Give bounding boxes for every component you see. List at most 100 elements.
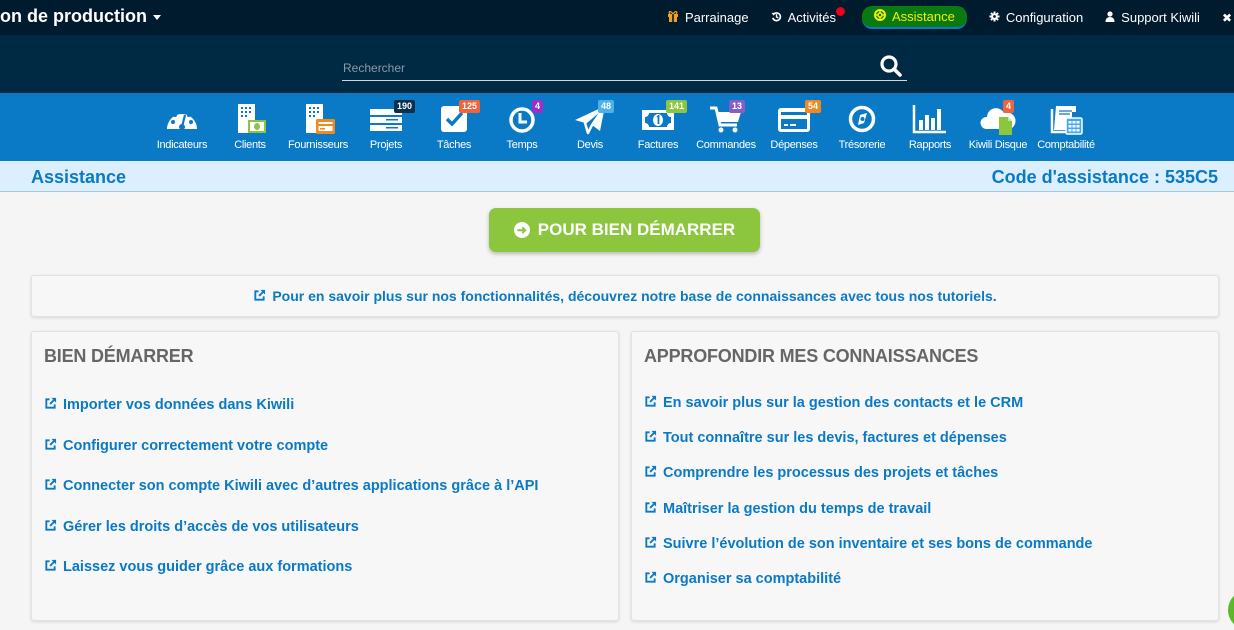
- module-indicateurs[interactable]: Indicateurs: [148, 93, 216, 159]
- topnav-configuration[interactable]: Configuration: [989, 10, 1083, 25]
- module-rapports[interactable]: Rapports: [896, 93, 964, 159]
- top-nav: Parrainage Activités Assistance Configur…: [667, 0, 1234, 35]
- link-text: Maîtriser la gestion du temps de travail: [663, 500, 932, 517]
- external-link-icon: [645, 395, 657, 407]
- module-kiwili-disque[interactable]: 4 Kiwili Disque: [964, 93, 1032, 159]
- invoices-badge: 141: [666, 100, 688, 113]
- list-item[interactable]: Laissez vous guider grâce aux formations: [44, 559, 538, 600]
- external-link-icon: [645, 431, 657, 442]
- notification-dot: [835, 7, 845, 16]
- link-list: Importer vos données dans Kiwili Configu…: [44, 397, 538, 600]
- external-link-icon: [645, 466, 657, 477]
- knowledge-base-panel: Pour en savoir plus sur nos fonctionnali…: [31, 275, 1219, 317]
- module-comptabilite[interactable]: Comptabilité: [1032, 93, 1100, 159]
- link-text: Connecter son compte Kiwili avec d’autre…: [63, 478, 539, 494]
- company-name: on de production: [0, 6, 147, 26]
- link-text: Configurer correctement votre compte: [63, 437, 329, 454]
- search-bar: [0, 35, 1234, 93]
- chat-widget-button[interactable]: [1228, 590, 1234, 630]
- module-tresorerie[interactable]: Trésorerie: [828, 93, 896, 159]
- module-factures[interactable]: 141 Factures: [624, 93, 692, 159]
- quotes-badge: 48: [598, 100, 615, 113]
- compass-icon: [844, 103, 880, 135]
- list-item[interactable]: Tout connaître sur les devis, factures e…: [644, 430, 1092, 465]
- lifebuoy-icon: [873, 9, 886, 24]
- card-approfondir: APPROFONDIR MES CONNAISSANCES En savoir …: [631, 331, 1219, 621]
- list-item[interactable]: Maîtriser la gestion du temps de travail: [644, 501, 1092, 536]
- user-icon: [1105, 10, 1115, 25]
- company-selector[interactable]: on de production: [0, 6, 161, 27]
- module-projets[interactable]: 190 Projets: [352, 93, 420, 159]
- list-item[interactable]: Importer vos données dans Kiwili: [44, 397, 538, 438]
- link-text: Organiser sa comptabilité: [663, 570, 842, 587]
- card-title: APPROFONDIR MES CONNAISSANCES: [644, 346, 979, 366]
- gear-icon: [989, 10, 1000, 25]
- external-link-icon: [254, 289, 266, 301]
- search-input[interactable]: [342, 55, 907, 81]
- external-link-icon: [645, 571, 657, 583]
- module-taches[interactable]: 125 Tâches: [420, 93, 488, 159]
- getting-started-label: POUR BIEN DÉMARRER: [537, 220, 736, 239]
- module-label: Comptabilité: [1037, 139, 1095, 151]
- topnav-activites[interactable]: Activités: [771, 7, 845, 25]
- page-title: Assistance: [31, 167, 127, 187]
- list-item[interactable]: Suivre l’évolution de son inventaire et …: [644, 536, 1092, 571]
- link-text: Gérer les droits d’accès de vos utilisat…: [63, 518, 359, 535]
- expenses-badge: 54: [805, 100, 822, 113]
- topnav-label: Activités: [787, 10, 836, 25]
- bar-chart-icon: [912, 103, 948, 135]
- topnav-support-kiwili[interactable]: Support Kiwili: [1105, 10, 1200, 25]
- module-temps[interactable]: 4 Temps: [488, 93, 556, 159]
- module-fournisseurs[interactable]: Fournisseurs: [284, 93, 352, 159]
- list-item[interactable]: Gérer les droits d’accès de vos utilisat…: [44, 519, 538, 560]
- external-link-icon: [645, 536, 657, 548]
- list-item[interactable]: Organiser sa comptabilité: [644, 571, 1092, 606]
- knowledge-base-link[interactable]: Pour en savoir plus sur nos fonctionnali…: [253, 288, 997, 304]
- dashboard-icon: [164, 103, 200, 135]
- topnav-assistance[interactable]: Assistance: [861, 6, 967, 29]
- link-text: Tout connaître sur les devis, factures e…: [663, 430, 1007, 447]
- caret-down-icon: [152, 14, 161, 20]
- module-nav: Indicateurs Clients Fournisseurs 190 Pro…: [0, 93, 1234, 159]
- external-link-icon: [45, 438, 57, 450]
- external-link-icon: [645, 501, 657, 513]
- tasks-badge: 125: [459, 100, 481, 113]
- list-item[interactable]: Comprendre les processus des projets et …: [644, 465, 1092, 500]
- external-link-icon: [45, 559, 57, 571]
- orders-badge: 13: [729, 100, 746, 113]
- card-title: BIEN DÉMARRER: [44, 346, 194, 366]
- close-icon: ✖: [1221, 10, 1232, 25]
- link-list: En savoir plus sur la gestion des contac…: [644, 395, 1092, 606]
- list-item[interactable]: Connecter son compte Kiwili avec d’autre…: [44, 478, 538, 519]
- gift-icon: [667, 10, 679, 25]
- link-text: Comprendre les processus des projets et …: [663, 465, 999, 482]
- search-icon[interactable]: [878, 53, 904, 79]
- external-link-icon: [45, 478, 57, 490]
- list-item[interactable]: En savoir plus sur la gestion des contac…: [644, 395, 1092, 430]
- module-depenses[interactable]: 54 Dépenses: [760, 93, 828, 159]
- topnav-more[interactable]: ✖: [1222, 11, 1232, 25]
- topnav-label: Parrainage: [684, 10, 749, 25]
- card-bien-demarrer: BIEN DÉMARRER Importer vos données dans …: [31, 331, 619, 621]
- getting-started-button[interactable]: ➜ POUR BIEN DÉMARRER: [489, 208, 760, 252]
- external-link-icon: [45, 519, 57, 531]
- topnav-label: Support Kiwili: [1121, 10, 1200, 25]
- list-item[interactable]: Configurer correctement votre compte: [44, 438, 538, 479]
- clients-icon: [232, 103, 268, 135]
- projects-badge: 190: [394, 100, 416, 113]
- link-text: Laissez vous guider grâce aux formations: [63, 559, 353, 575]
- module-commandes[interactable]: 13 Commandes: [692, 93, 760, 159]
- history-icon: [771, 11, 782, 25]
- knowledge-base-text: Pour en savoir plus sur nos fonctionnali…: [272, 288, 997, 304]
- ledger-icon: [1048, 103, 1084, 135]
- link-text: Suivre l’évolution de son inventaire et …: [663, 535, 1093, 552]
- topnav-label: Configuration: [1005, 10, 1084, 25]
- time-badge: 4: [532, 100, 544, 113]
- module-clients[interactable]: Clients: [216, 93, 284, 159]
- suppliers-icon: [300, 103, 336, 135]
- module-devis[interactable]: 48 Devis: [556, 93, 624, 159]
- link-text: Importer vos données dans Kiwili: [63, 397, 295, 413]
- drive-badge: 4: [1003, 100, 1015, 113]
- topnav-label: Assistance: [891, 9, 955, 24]
- topnav-parrainage[interactable]: Parrainage: [667, 10, 749, 25]
